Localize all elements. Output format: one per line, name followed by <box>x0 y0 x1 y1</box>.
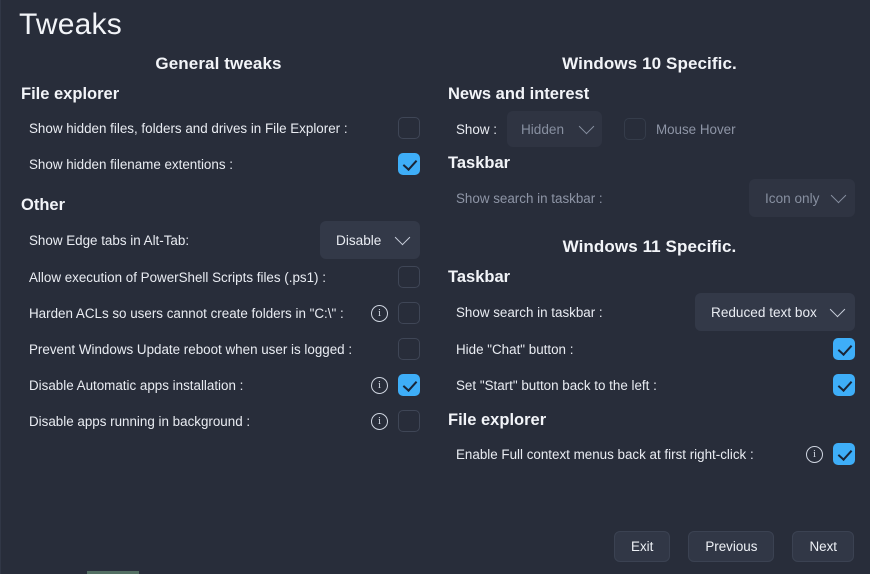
row-label: Prevent Windows Update reboot when user … <box>29 341 353 357</box>
info-icon[interactable]: i <box>371 304 388 322</box>
dropdown-value: Disable <box>336 232 382 248</box>
dropdown-win10-show-search[interactable]: Icon only <box>749 179 855 217</box>
row-show-hidden-files: Show hidden files, folders and drives in… <box>17 110 420 146</box>
info-icon[interactable]: i <box>371 376 388 394</box>
group-title-win11-taskbar: Taskbar <box>448 268 511 286</box>
checkbox-show-filename-extensions[interactable] <box>398 153 420 175</box>
row-show-filename-extensions: Show hidden filename extentions : <box>17 146 420 182</box>
checkbox-hide-chat-button[interactable] <box>833 338 855 360</box>
row-start-button-left: Set "Start" button back to the left : <box>444 367 855 403</box>
row-show-edge-tabs: Show Edge tabs in Alt-Tab: Disable <box>17 221 420 259</box>
checkbox-harden-acls[interactable] <box>398 302 420 324</box>
checkbox-disable-automatic-apps[interactable] <box>398 374 420 396</box>
dropdown-value: Hidden <box>520 121 565 137</box>
checkbox-allow-powershell[interactable] <box>398 266 420 288</box>
chevron-down-icon <box>394 229 411 245</box>
row-disable-automatic-apps: Disable Automatic apps installation : i <box>17 367 420 403</box>
row-label: Disable Automatic apps installation : <box>29 377 244 393</box>
row-label: Show Edge tabs in Alt-Tab: <box>29 232 190 248</box>
dropdown-show-edge-tabs[interactable]: Disable <box>320 221 420 259</box>
next-button[interactable]: Next <box>792 531 854 562</box>
row-label: Enable Full context menus back at first … <box>456 446 754 462</box>
dropdown-value: Icon only <box>765 190 820 206</box>
news-show-label: Show : <box>456 121 497 137</box>
group-title-news-and-interest: News and interest <box>448 85 590 103</box>
row-label: Harden ACLs so users cannot create folde… <box>29 305 344 321</box>
checkbox-disable-background-apps[interactable] <box>398 410 420 432</box>
chevron-down-icon <box>831 187 847 203</box>
row-label: Disable apps running in background : <box>29 413 251 429</box>
row-win10-show-search: Show search in taskbar : Icon only <box>444 179 855 217</box>
row-news-show: Show : Hidden Mouse Hover <box>444 110 855 148</box>
checkbox-prevent-update-reboot[interactable] <box>398 338 420 360</box>
row-label: Show search in taskbar : <box>456 304 603 320</box>
dropdown-news-show[interactable]: Hidden <box>506 111 602 147</box>
chevron-down-icon <box>829 301 846 317</box>
checkbox-start-button-left[interactable] <box>833 374 855 396</box>
row-label: Hide "Chat" button : <box>456 341 574 357</box>
row-label: Allow execution of PowerShell Scripts fi… <box>29 269 326 285</box>
mouse-hover-label: Mouse Hover <box>655 121 736 137</box>
group-title-other: Other <box>21 196 66 214</box>
group-title-win10-taskbar: Taskbar <box>448 154 511 172</box>
checkbox-show-hidden-files[interactable] <box>398 117 420 139</box>
dropdown-win11-show-search[interactable]: Reduced text box <box>695 293 855 331</box>
checkbox-full-context-menus[interactable] <box>833 443 855 465</box>
tweaks-window: Tweaks General tweaks File explorer Show… <box>0 0 870 574</box>
row-full-context-menus: Enable Full context menus back at first … <box>444 436 855 472</box>
general-tweaks-column: General tweaks File explorer Show hidden… <box>1 54 436 472</box>
general-tweaks-heading: General tweaks <box>155 54 282 73</box>
row-prevent-update-reboot: Prevent Windows Update reboot when user … <box>17 331 420 367</box>
row-allow-powershell: Allow execution of PowerShell Scripts fi… <box>17 259 420 295</box>
page-title: Tweaks <box>19 8 122 41</box>
row-label: Show search in taskbar : <box>456 190 603 206</box>
group-title-file-explorer: File explorer <box>21 85 120 103</box>
exit-button[interactable]: Exit <box>614 531 671 562</box>
info-icon[interactable]: i <box>371 412 388 430</box>
checkbox-mouse-hover[interactable] <box>623 118 646 140</box>
group-title-win11-file-explorer: File explorer <box>448 411 547 429</box>
windows-10-specific-heading: Windows 10 Specific. <box>562 54 737 73</box>
row-win11-show-search: Show search in taskbar : Reduced text bo… <box>444 293 855 331</box>
row-hide-chat-button: Hide "Chat" button : <box>444 331 855 367</box>
row-label: Show hidden files, folders and drives in… <box>29 120 348 136</box>
footer-buttons: Exit Previous Next <box>614 531 854 562</box>
dropdown-value: Reduced text box <box>711 304 817 320</box>
two-column-layout: General tweaks File explorer Show hidden… <box>1 54 870 472</box>
row-label: Show hidden filename extentions : <box>29 156 233 172</box>
previous-button[interactable]: Previous <box>688 531 775 562</box>
row-disable-background-apps: Disable apps running in background : i <box>17 403 420 439</box>
windows-specific-column: Windows 10 Specific. News and interest S… <box>436 54 870 472</box>
info-icon[interactable]: i <box>806 445 823 463</box>
chevron-down-icon <box>578 118 595 134</box>
windows-11-specific-heading: Windows 11 Specific. <box>562 237 737 256</box>
row-harden-acls: Harden ACLs so users cannot create folde… <box>17 295 420 331</box>
row-label: Set "Start" button back to the left : <box>456 377 657 393</box>
